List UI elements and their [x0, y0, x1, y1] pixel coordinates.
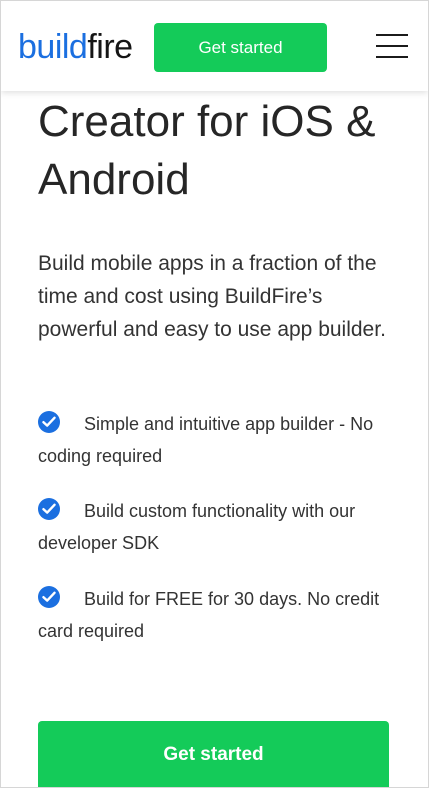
feature-item: Simple and intuitive app builder - No co… — [38, 408, 398, 472]
buildfire-logo[interactable]: buildfire — [18, 27, 133, 67]
check-circle-icon — [38, 586, 60, 608]
feature-text: Simple and intuitive app builder - No co… — [38, 414, 374, 466]
hero-title-line-2: Android — [38, 155, 190, 204]
feature-item: Build custom functionality with our deve… — [38, 495, 398, 559]
get-started-button[interactable]: Get started — [38, 721, 389, 787]
logo-text-fire: fire — [87, 28, 133, 66]
feature-text: Build for FREE for 30 days. No credit ca… — [38, 589, 380, 641]
header-get-started-button[interactable]: Get started — [154, 23, 327, 72]
hero-title-line-1: Creator for iOS & — [38, 97, 376, 146]
feature-text: Build custom functionality with our deve… — [38, 501, 356, 553]
menu-bar — [376, 45, 408, 47]
page-frame: buildfire Get started Creator for iOS & … — [0, 0, 429, 788]
site-header: buildfire Get started — [1, 1, 428, 91]
hero-title: Creator for iOS & Android — [38, 93, 398, 209]
hero-lead-paragraph: Build mobile apps in a fraction of the t… — [38, 252, 386, 341]
menu-bar — [376, 56, 408, 58]
check-circle-icon — [38, 498, 60, 520]
logo-text-build: build — [18, 28, 88, 66]
check-circle-icon — [38, 411, 60, 433]
feature-item: Build for FREE for 30 days. No credit ca… — [38, 583, 398, 647]
menu-bar — [376, 34, 408, 36]
hamburger-menu-icon[interactable] — [376, 34, 408, 58]
